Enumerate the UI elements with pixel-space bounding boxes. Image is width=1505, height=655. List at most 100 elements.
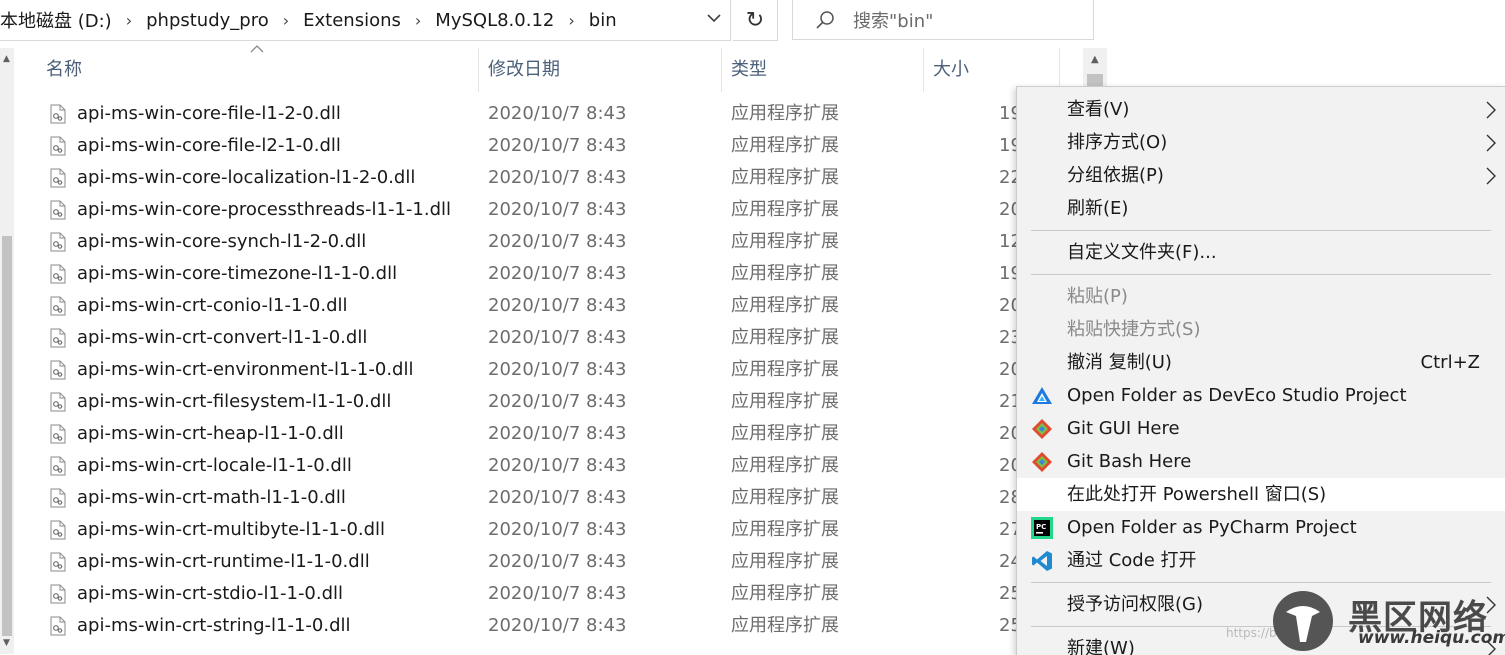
search-placeholder[interactable]: 搜索"bin" <box>853 7 933 33</box>
menu-item-customize[interactable]: 自定义文件夹(F)... <box>1017 236 1505 269</box>
menu-separator <box>1031 230 1491 231</box>
chevron-right-icon <box>1486 134 1496 152</box>
file-name: api-ms-win-crt-runtime-l1-1-0.dll <box>77 551 370 572</box>
scroll-thumb[interactable] <box>2 236 12 636</box>
file-type: 应用程序扩展 <box>731 327 839 348</box>
file-row[interactable]: api-ms-win-core-localization-l1-2-0.dll … <box>44 162 1044 194</box>
menu-item-deveco[interactable]: Open Folder as DevEco Studio Project <box>1017 379 1505 412</box>
file-date: 2020/10/7 8:43 <box>488 103 627 124</box>
menu-separator <box>1031 274 1491 275</box>
breadcrumb-drive[interactable]: 本地磁盘 (D:) <box>0 7 112 33</box>
breadcrumb-chevron-icon[interactable]: › <box>126 11 132 30</box>
sort-ascending-icon <box>250 45 264 53</box>
column-divider[interactable] <box>721 48 722 92</box>
file-row[interactable]: api-ms-win-core-file-l2-1-0.dll 2020/10/… <box>44 130 1044 162</box>
file-row[interactable]: api-ms-win-crt-string-l1-1-0.dll 2020/10… <box>44 610 1044 642</box>
file-row[interactable]: api-ms-win-crt-filesystem-l1-1-0.dll 202… <box>44 386 1044 418</box>
file-row[interactable]: api-ms-win-crt-math-l1-1-0.dll 2020/10/7… <box>44 482 1044 514</box>
file-name: api-ms-win-crt-string-l1-1-0.dll <box>77 615 351 636</box>
file-name: api-ms-win-crt-filesystem-l1-1-0.dll <box>77 391 392 412</box>
menu-item-pycharm[interactable]: PC Open Folder as PyCharm Project <box>1017 511 1505 544</box>
dll-file-icon <box>50 584 66 604</box>
file-row[interactable]: api-ms-win-crt-heap-l1-1-0.dll 2020/10/7… <box>44 418 1044 450</box>
file-row[interactable]: api-ms-win-core-processthreads-l1-1-1.dl… <box>44 194 1044 226</box>
address-bar[interactable]: 本地磁盘 (D:) › phpstudy_pro › Extensions › … <box>0 0 731 41</box>
file-row[interactable]: api-ms-win-core-timezone-l1-1-0.dll 2020… <box>44 258 1044 290</box>
menu-item-sort[interactable]: 排序方式(O) <box>1017 126 1505 159</box>
file-row[interactable]: api-ms-win-core-file-l1-2-0.dll 2020/10/… <box>44 98 1044 130</box>
file-date: 2020/10/7 8:43 <box>488 455 627 476</box>
dll-file-icon <box>50 488 66 508</box>
column-divider[interactable] <box>478 48 479 92</box>
file-date: 2020/10/7 8:43 <box>488 423 627 444</box>
breadcrumb-chevron-icon[interactable]: › <box>283 11 289 30</box>
dll-file-icon <box>50 360 66 380</box>
scroll-down-icon[interactable]: ▼ <box>3 638 10 648</box>
menu-item-paste[interactable]: 粘贴(P) <box>1017 280 1505 313</box>
file-date: 2020/10/7 8:43 <box>488 519 627 540</box>
file-type: 应用程序扩展 <box>731 103 839 124</box>
file-row[interactable]: api-ms-win-crt-stdio-l1-1-0.dll 2020/10/… <box>44 578 1044 610</box>
file-type: 应用程序扩展 <box>731 423 839 444</box>
breadcrumb-phpstudy[interactable]: phpstudy_pro <box>146 10 269 31</box>
column-header-date[interactable]: 修改日期 <box>488 52 560 88</box>
menu-item-label: Git GUI Here <box>1067 418 1180 439</box>
column-divider[interactable] <box>923 48 924 92</box>
file-date: 2020/10/7 8:43 <box>488 359 627 380</box>
chevron-down-icon[interactable] <box>706 10 722 26</box>
menu-item-label: 新建(W) <box>1067 638 1135 655</box>
column-header-name[interactable]: 名称 <box>46 52 82 88</box>
search-box[interactable]: 搜索"bin" <box>792 0 1094 40</box>
menu-item-view[interactable]: 查看(V) <box>1017 93 1505 126</box>
dll-file-icon <box>50 168 66 188</box>
chevron-right-icon <box>1486 101 1496 119</box>
file-row[interactable]: api-ms-win-core-synch-l1-2-0.dll 2020/10… <box>44 226 1044 258</box>
menu-item-git-gui[interactable]: Git GUI Here <box>1017 412 1505 445</box>
menu-item-label: 分组依据(P) <box>1067 165 1164 186</box>
file-row[interactable]: api-ms-win-crt-environment-l1-1-0.dll 20… <box>44 354 1044 386</box>
column-header-size[interactable]: 大小 <box>933 52 969 88</box>
menu-item-vscode[interactable]: 通过 Code 打开 <box>1017 544 1505 577</box>
breadcrumb-extensions[interactable]: Extensions <box>303 10 401 31</box>
file-name: api-ms-win-core-file-l2-1-0.dll <box>77 135 341 156</box>
menu-item-refresh[interactable]: 刷新(E) <box>1017 192 1505 225</box>
menu-item-undo[interactable]: 撤消 复制(U) Ctrl+Z <box>1017 346 1505 379</box>
file-row[interactable]: api-ms-win-crt-conio-l1-1-0.dll 2020/10/… <box>44 290 1044 322</box>
file-name: api-ms-win-crt-heap-l1-1-0.dll <box>77 423 344 444</box>
menu-item-paste-shortcut[interactable]: 粘贴快捷方式(S) <box>1017 313 1505 346</box>
dll-file-icon <box>50 456 66 476</box>
file-name: api-ms-win-crt-environment-l1-1-0.dll <box>77 359 414 380</box>
nav-pane-scrollbar[interactable]: ▲ ▼ <box>0 48 14 654</box>
menu-item-label: 排序方式(O) <box>1067 132 1168 153</box>
breadcrumb-chevron-icon[interactable]: › <box>568 11 574 30</box>
menu-item-label: 自定义文件夹(F)... <box>1067 242 1217 263</box>
file-type: 应用程序扩展 <box>731 167 839 188</box>
breadcrumb-chevron-icon[interactable]: › <box>415 11 421 30</box>
dll-file-icon <box>50 264 66 284</box>
menu-item-git-bash[interactable]: Git Bash Here <box>1017 445 1505 478</box>
menu-item-powershell[interactable]: 在此处打开 Powershell 窗口(S) <box>1017 478 1505 511</box>
pycharm-icon: PC <box>1031 517 1053 539</box>
file-type: 应用程序扩展 <box>731 263 839 284</box>
menu-item-group[interactable]: 分组依据(P) <box>1017 159 1505 192</box>
scroll-up-icon[interactable]: ▲ <box>1091 54 1099 65</box>
menu-separator <box>1031 582 1491 583</box>
menu-item-label: 通过 Code 打开 <box>1067 550 1197 571</box>
file-date: 2020/10/7 8:43 <box>488 615 627 636</box>
file-type: 应用程序扩展 <box>731 519 839 540</box>
breadcrumb-mysql[interactable]: MySQL8.0.12 <box>435 10 554 31</box>
file-row[interactable]: api-ms-win-crt-locale-l1-1-0.dll 2020/10… <box>44 450 1044 482</box>
vscode-icon <box>1032 551 1052 571</box>
file-date: 2020/10/7 8:43 <box>488 135 627 156</box>
file-row[interactable]: api-ms-win-crt-multibyte-l1-1-0.dll 2020… <box>44 514 1044 546</box>
file-type: 应用程序扩展 <box>731 487 839 508</box>
breadcrumb-bin[interactable]: bin <box>589 10 617 31</box>
dll-file-icon <box>50 200 66 220</box>
scroll-up-icon[interactable]: ▲ <box>3 54 10 64</box>
file-row[interactable]: api-ms-win-crt-runtime-l1-1-0.dll 2020/1… <box>44 546 1044 578</box>
menu-item-label: 粘贴快捷方式(S) <box>1067 319 1201 340</box>
menu-item-label: 在此处打开 Powershell 窗口(S) <box>1067 484 1327 505</box>
refresh-button[interactable]: ↻ <box>733 0 778 41</box>
column-header-type[interactable]: 类型 <box>731 52 767 88</box>
file-row[interactable]: api-ms-win-crt-convert-l1-1-0.dll 2020/1… <box>44 322 1044 354</box>
